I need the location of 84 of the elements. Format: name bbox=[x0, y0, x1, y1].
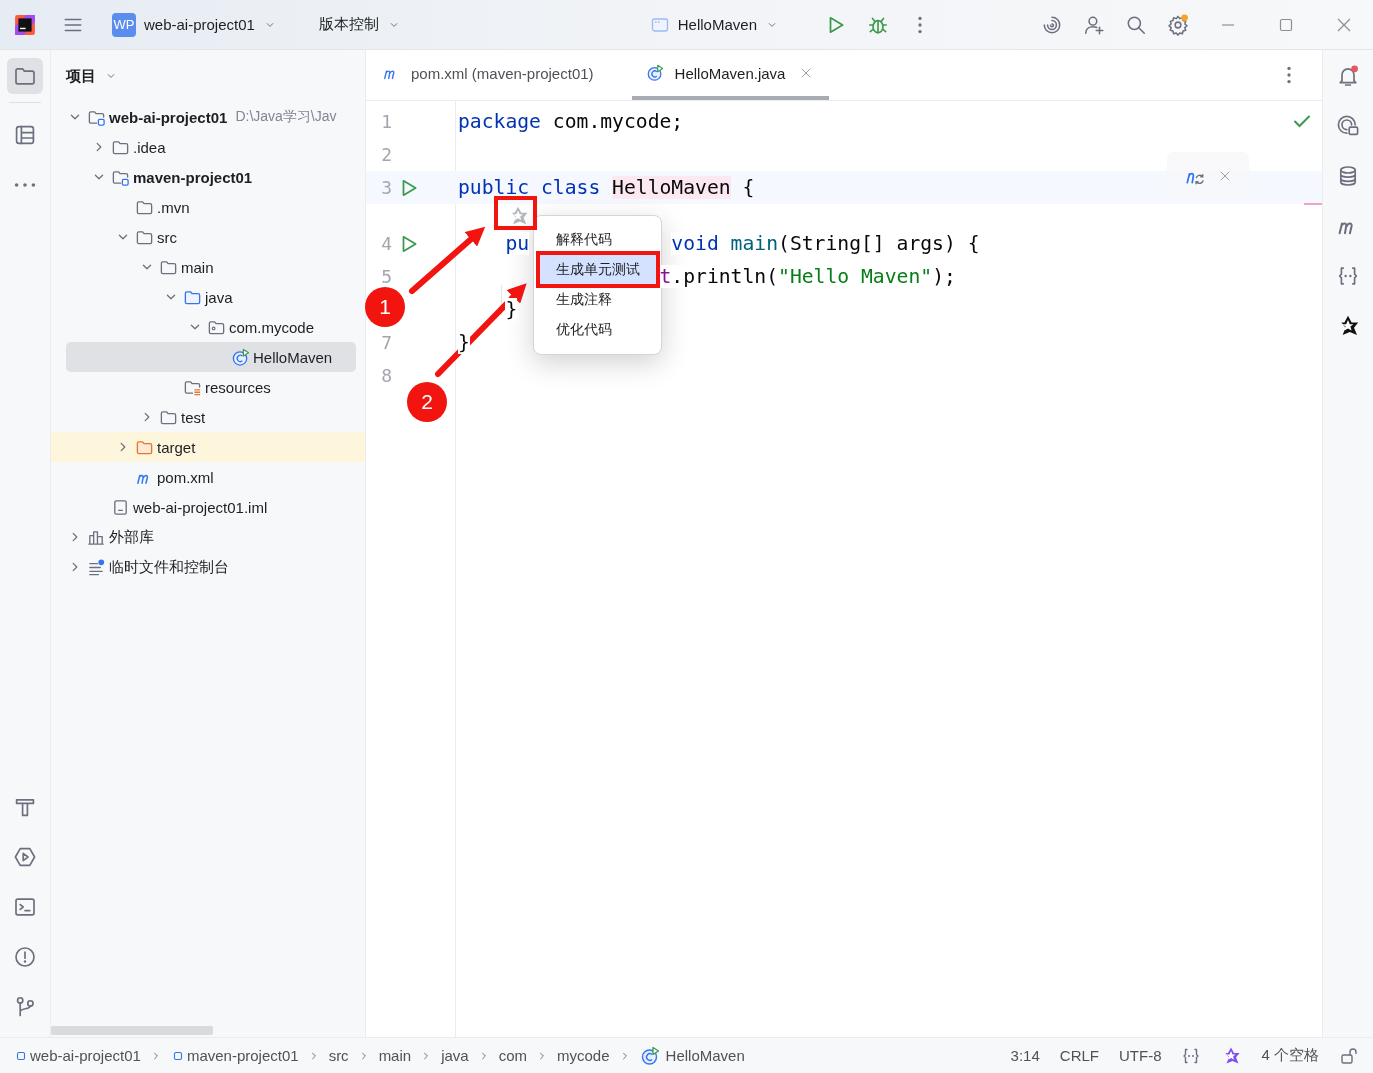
breadcrumb[interactable]: maven-project01 bbox=[170, 1047, 299, 1064]
tree-label: 临时文件和控制台 bbox=[109, 557, 229, 577]
tree-row[interactable]: 外部库 bbox=[66, 522, 365, 552]
services-icon[interactable] bbox=[13, 845, 37, 869]
breadcrumb[interactable]: mycode bbox=[557, 1047, 610, 1064]
scratch-list-icon bbox=[87, 557, 106, 577]
structure-icon[interactable] bbox=[13, 123, 37, 147]
line-number: 4 bbox=[380, 233, 392, 254]
tree-row[interactable]: src bbox=[66, 222, 365, 252]
tree-row[interactable]: java bbox=[66, 282, 365, 312]
menu-item[interactable]: 优化代码 bbox=[538, 315, 657, 345]
tree-row[interactable]: 临时文件和控制台 bbox=[66, 552, 365, 582]
tree-label: web-ai-project01 bbox=[109, 108, 228, 126]
ai-chat-icon[interactable] bbox=[1336, 114, 1360, 138]
line-number: 8 bbox=[380, 365, 392, 386]
code-text: } bbox=[505, 298, 518, 321]
tree-label: .mvn bbox=[157, 198, 190, 216]
code-text: void main(String[] args) { bbox=[671, 232, 980, 255]
project-dropdown[interactable]: WP web-ai-project01 bbox=[106, 8, 283, 41]
tree-row[interactable]: main bbox=[66, 252, 365, 282]
line-number: 2 bbox=[380, 144, 392, 165]
tree-label: resources bbox=[205, 378, 271, 396]
vcs-dropdown[interactable]: 版本控制 bbox=[312, 11, 407, 38]
path-text: D:\Java学习\Jav bbox=[235, 108, 337, 126]
tree-label: HelloMaven bbox=[253, 348, 333, 366]
breadcrumb[interactable]: com bbox=[498, 1047, 527, 1064]
highlight-frame bbox=[494, 196, 537, 230]
file-icon bbox=[111, 497, 130, 517]
tree-row[interactable]: com.mycode bbox=[66, 312, 365, 342]
breadcrumb[interactable]: java bbox=[441, 1047, 469, 1064]
close-icon[interactable] bbox=[1218, 169, 1232, 183]
tree-row[interactable]: target bbox=[51, 432, 365, 462]
line-number: 3 bbox=[380, 177, 392, 198]
tree-row[interactable]: test bbox=[66, 402, 365, 432]
tree-row[interactable]: resources bbox=[66, 372, 365, 402]
project-badge: WP bbox=[112, 12, 136, 37]
settings-icon[interactable] bbox=[1167, 13, 1189, 36]
notification-icon[interactable] bbox=[1336, 64, 1360, 88]
scrollbar[interactable] bbox=[51, 1026, 213, 1035]
indent-setting[interactable]: 4 个空格 bbox=[1261, 1046, 1319, 1065]
tree-row[interactable]: maven-project01 bbox=[66, 162, 365, 192]
menu-item[interactable]: 生成单元测试 bbox=[538, 255, 657, 285]
code-text: } bbox=[458, 331, 470, 354]
tree-label: java bbox=[205, 288, 233, 306]
editor-tab[interactable]: pom.xml (maven-project01) bbox=[380, 50, 610, 100]
line-number: 1 bbox=[380, 111, 392, 132]
class-icon bbox=[231, 347, 250, 367]
menu-item[interactable]: 生成注释 bbox=[538, 285, 657, 315]
tree-row[interactable]: .idea bbox=[66, 132, 365, 162]
breadcrumb[interactable]: src bbox=[328, 1047, 349, 1064]
tree-label: com.mycode bbox=[229, 318, 315, 336]
tree-label: main bbox=[181, 258, 214, 276]
terminal-icon[interactable] bbox=[13, 895, 37, 919]
unlock-icon[interactable] bbox=[1339, 1045, 1359, 1066]
tree-label: web-ai-project01.iml bbox=[133, 498, 268, 516]
tree-label: test bbox=[181, 408, 206, 426]
tree-row[interactable]: pom.xml bbox=[66, 462, 365, 492]
code-text: public class HelloMaven { bbox=[458, 176, 755, 199]
tree-row[interactable]: .mvn bbox=[66, 192, 365, 222]
breadcrumb[interactable]: HelloMaven bbox=[639, 1045, 745, 1066]
tree-label: .idea bbox=[133, 138, 166, 156]
tree-row[interactable]: web-ai-project01 D:\Java学习\Jav bbox=[66, 102, 365, 132]
caret-position[interactable]: 3:14 bbox=[1010, 1047, 1040, 1064]
class-icon bbox=[639, 1045, 660, 1066]
line-number: 5 bbox=[380, 266, 392, 287]
line-separator[interactable]: CRLF bbox=[1059, 1047, 1099, 1064]
run-config-dropdown[interactable]: HelloMaven bbox=[643, 10, 785, 39]
tree-label: target bbox=[157, 438, 196, 456]
breadcrumb[interactable]: main bbox=[378, 1047, 412, 1064]
class-icon bbox=[645, 64, 664, 82]
line-number: 7 bbox=[380, 332, 392, 353]
problems-icon[interactable] bbox=[13, 945, 37, 969]
tree-label: maven-project01 bbox=[133, 168, 253, 186]
breadcrumb[interactable]: web-ai-project01 bbox=[14, 1047, 141, 1064]
tree-label: pom.xml bbox=[157, 468, 214, 486]
tree-label: src bbox=[157, 228, 177, 246]
panel-title[interactable]: 项目 bbox=[66, 66, 96, 86]
tree-row[interactable]: web-ai-project01.iml bbox=[66, 492, 365, 522]
file-encoding[interactable]: UTF-8 bbox=[1119, 1047, 1162, 1064]
braces-icon[interactable] bbox=[1336, 264, 1360, 288]
tree-label: 外部库 bbox=[109, 527, 154, 547]
app-logo-icon bbox=[14, 13, 36, 36]
tree-row[interactable]: HelloMaven bbox=[66, 342, 356, 372]
menu-item[interactable]: 解释代码 bbox=[538, 225, 657, 255]
